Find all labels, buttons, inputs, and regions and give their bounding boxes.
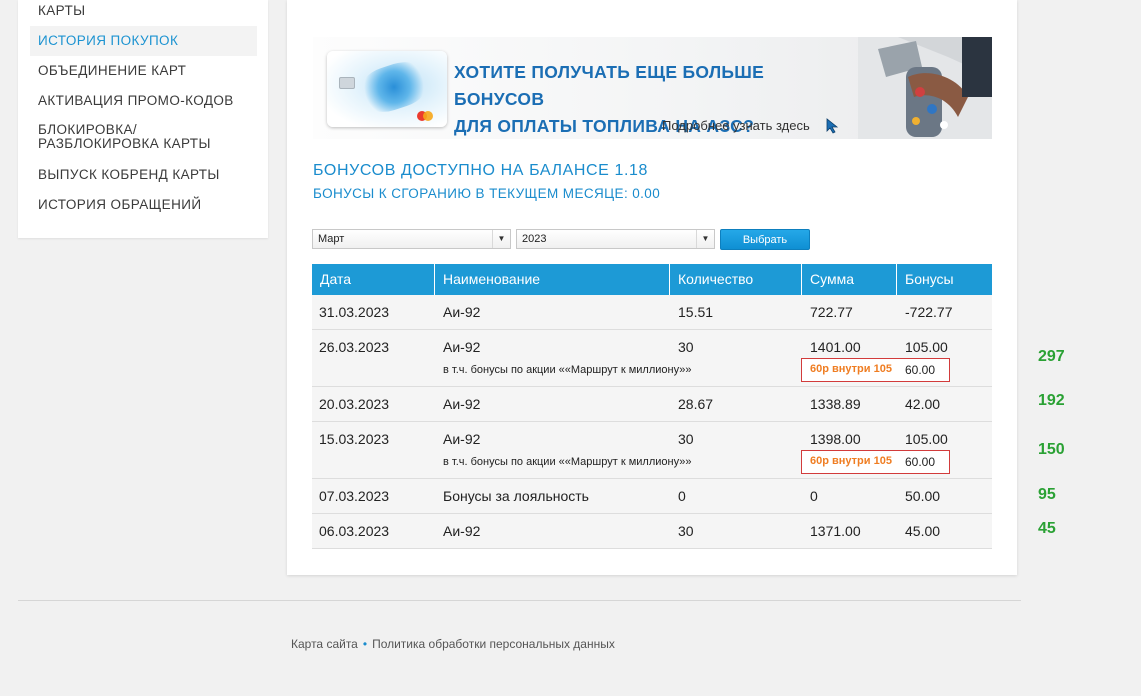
- cell-qty: 30: [678, 523, 694, 539]
- promo-note: в т.ч. бонусы по акции ««Маршрут к милли…: [443, 456, 692, 468]
- month-select-value: Март: [318, 233, 345, 245]
- annotation-number: 150: [1038, 441, 1065, 458]
- table-row: 07.03.2023 Бонусы за лояльность 0 0 50.0…: [312, 479, 992, 514]
- cell-qty: 30: [678, 339, 694, 355]
- year-select-value: 2023: [522, 233, 547, 245]
- cell-name: Аи-92: [443, 523, 481, 539]
- main-panel: ХОТИТЕ ПОЛУЧАТЬ ЕЩЕ БОЛЬШЕ БОНУСОВ ДЛЯ О…: [287, 0, 1017, 575]
- sidebar-item-merge-cards[interactable]: ОБЪЕДИНЕНИЕ КАРТ: [30, 64, 257, 78]
- sidebar-item-unblock[interactable]: РАЗБЛОКИРОВКА КАРТЫ: [30, 137, 257, 151]
- cell-name: Аи-92: [443, 304, 481, 320]
- promo-bonus-value: 60.00: [905, 363, 936, 377]
- cell-qty: 15.51: [678, 304, 714, 320]
- cell-bonus: -722.77: [905, 304, 953, 320]
- cell-sum: 1371.00: [810, 523, 861, 539]
- header-bonus: Бонусы: [905, 271, 954, 287]
- cell-bonus: 42.00: [905, 396, 941, 412]
- fuel-nozzle-illustration: [858, 37, 992, 139]
- table-row: 15.03.2023 Аи-92 30 1398.00 105.00 в т.ч…: [312, 422, 992, 479]
- table-row: 26.03.2023 Аи-92 30 1401.00 105.00 в т.ч…: [312, 330, 992, 387]
- promo-highlight-box: 60р внутри 105 60.00: [801, 358, 950, 382]
- cell-date: 15.03.2023: [319, 431, 390, 447]
- table-row: 20.03.2023 Аи-92 28.67 1338.89 42.00: [312, 387, 992, 422]
- table-row: 06.03.2023 Аи-92 30 1371.00 45.00: [312, 514, 992, 549]
- promo-highlight-box: 60р внутри 105 60.00: [801, 450, 950, 474]
- sidebar-item-cards[interactable]: КАРТЫ: [30, 4, 257, 18]
- header-qty: Количество: [670, 264, 802, 295]
- cell-qty: 0: [678, 488, 686, 504]
- banner-more-link[interactable]: Подробнее узнать здесь: [662, 118, 810, 133]
- cell-bonus: 105.00: [905, 431, 948, 447]
- annotation-number: 192: [1038, 392, 1065, 409]
- bonus-expiring: БОНУСЫ К СГОРАНИЮ В ТЕКУЩЕМ МЕСЯЦЕ: 0.00: [313, 186, 661, 201]
- annotation-number: 45: [1038, 520, 1056, 537]
- cell-sum: 1401.00: [810, 339, 861, 355]
- promo-label: 60р внутри 105: [810, 455, 892, 467]
- cell-name: Аи-92: [443, 396, 481, 412]
- annotation-number: 297: [1038, 348, 1065, 365]
- cell-name: Аи-92: [443, 431, 481, 447]
- bonus-card-image: [327, 51, 447, 127]
- cell-name: Аи-92: [443, 339, 481, 355]
- cell-bonus: 105.00: [905, 339, 948, 355]
- select-button[interactable]: Выбрать: [720, 229, 810, 250]
- sidebar-item-purchase-history[interactable]: ИСТОРИЯ ПОКУПОК: [30, 26, 257, 56]
- chevron-down-icon: ▼: [696, 230, 714, 248]
- promo-note: в т.ч. бонусы по акции ««Маршрут к милли…: [443, 364, 692, 376]
- chevron-down-icon: ▼: [492, 230, 510, 248]
- promo-banner[interactable]: ХОТИТЕ ПОЛУЧАТЬ ЕЩЕ БОЛЬШЕ БОНУСОВ ДЛЯ О…: [313, 37, 992, 139]
- cell-sum: 722.77: [810, 304, 853, 320]
- cell-bonus: 50.00: [905, 488, 941, 504]
- header-sum: Сумма: [802, 264, 897, 295]
- cell-sum: 1398.00: [810, 431, 861, 447]
- sidebar-item-promo-codes[interactable]: АКТИВАЦИЯ ПРОМО-КОДОВ: [30, 94, 257, 108]
- annotation-number: 95: [1038, 486, 1056, 503]
- header-date: Дата: [312, 264, 435, 295]
- separator-dot: •: [362, 637, 368, 651]
- cursor-icon: [826, 118, 839, 134]
- sidebar-item-requests[interactable]: ИСТОРИЯ ОБРАЩЕНИЙ: [30, 198, 257, 212]
- cell-date: 31.03.2023: [319, 304, 390, 320]
- promo-label: 60р внутри 105: [810, 363, 892, 375]
- footer-divider: [18, 600, 1021, 601]
- cell-sum: 0: [810, 488, 818, 504]
- table-row: 31.03.2023 Аи-92 15.51 722.77 -722.77: [312, 295, 992, 330]
- cell-qty: 30: [678, 431, 694, 447]
- card-logo-graphic: [355, 55, 433, 119]
- footer: Карта сайта • Политика обработки персональ…: [291, 637, 615, 651]
- sidebar: КАРТЫ ИСТОРИЯ ПОКУПОК ОБЪЕДИНЕНИЕ КАРТ А…: [18, 0, 268, 238]
- promo-bonus-value: 60.00: [905, 455, 936, 469]
- year-select[interactable]: 2023 ▼: [516, 229, 715, 249]
- cell-sum: 1338.89: [810, 396, 861, 412]
- purchase-table: Дата Наименование Количество Сумма Бонус…: [312, 264, 992, 549]
- sitemap-link[interactable]: Карта сайта: [291, 637, 358, 651]
- cell-date: 07.03.2023: [319, 488, 390, 504]
- cell-qty: 28.67: [678, 396, 714, 412]
- cell-name: Бонусы за лояльность: [443, 488, 589, 504]
- sidebar-item-cobrand[interactable]: ВЫПУСК КОБРЕНД КАРТЫ: [30, 168, 257, 182]
- privacy-policy-link[interactable]: Политика обработки персональных данных: [372, 637, 615, 651]
- card-chip: [339, 77, 355, 89]
- sidebar-item-block[interactable]: БЛОКИРОВКА/: [30, 123, 257, 137]
- table-header: Дата Наименование Количество Сумма Бонус…: [312, 264, 992, 295]
- mastercard-logo-circle: [423, 111, 433, 121]
- banner-headline-line1: ХОТИТЕ ПОЛУЧАТЬ ЕЩЕ БОЛЬШЕ БОНУСОВ: [454, 62, 765, 109]
- cell-date: 26.03.2023: [319, 339, 390, 355]
- bonus-balance: БОНУСОВ ДОСТУПНО НА БАЛАНСЕ 1.18: [313, 162, 649, 179]
- cell-bonus: 45.00: [905, 523, 941, 539]
- cell-date: 06.03.2023: [319, 523, 390, 539]
- month-select[interactable]: Март ▼: [312, 229, 511, 249]
- cell-date: 20.03.2023: [319, 396, 390, 412]
- header-name: Наименование: [435, 264, 670, 295]
